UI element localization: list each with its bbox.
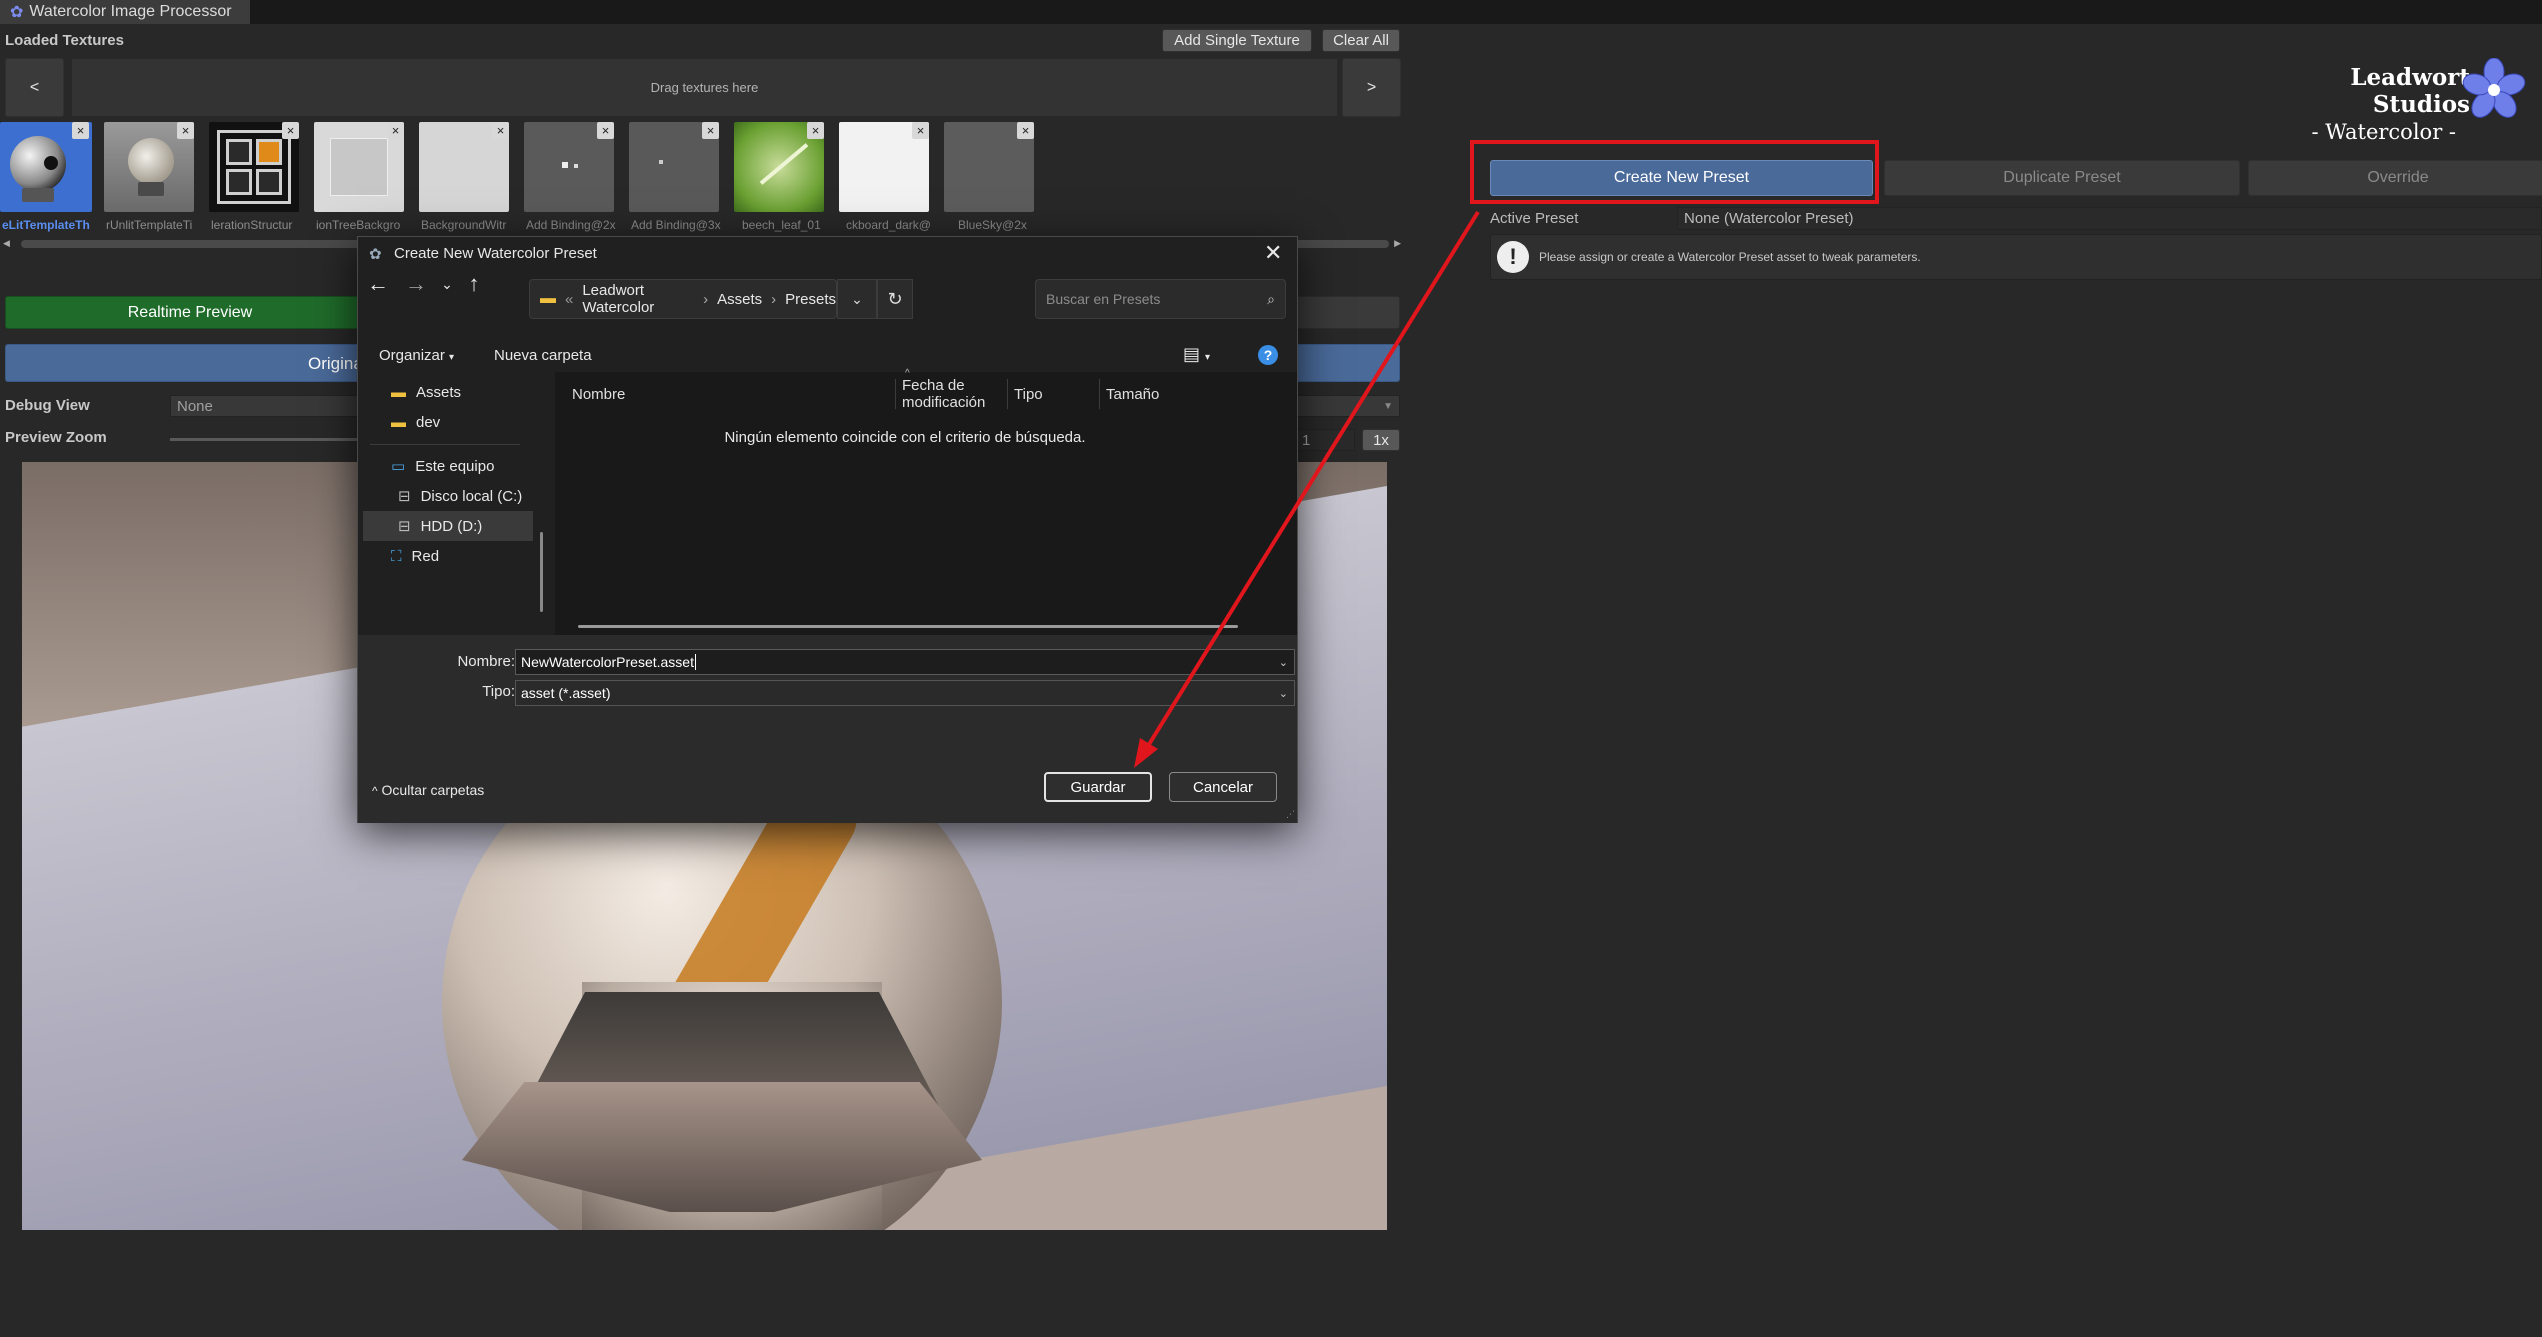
annotation-arrow bbox=[1134, 210, 1480, 768]
